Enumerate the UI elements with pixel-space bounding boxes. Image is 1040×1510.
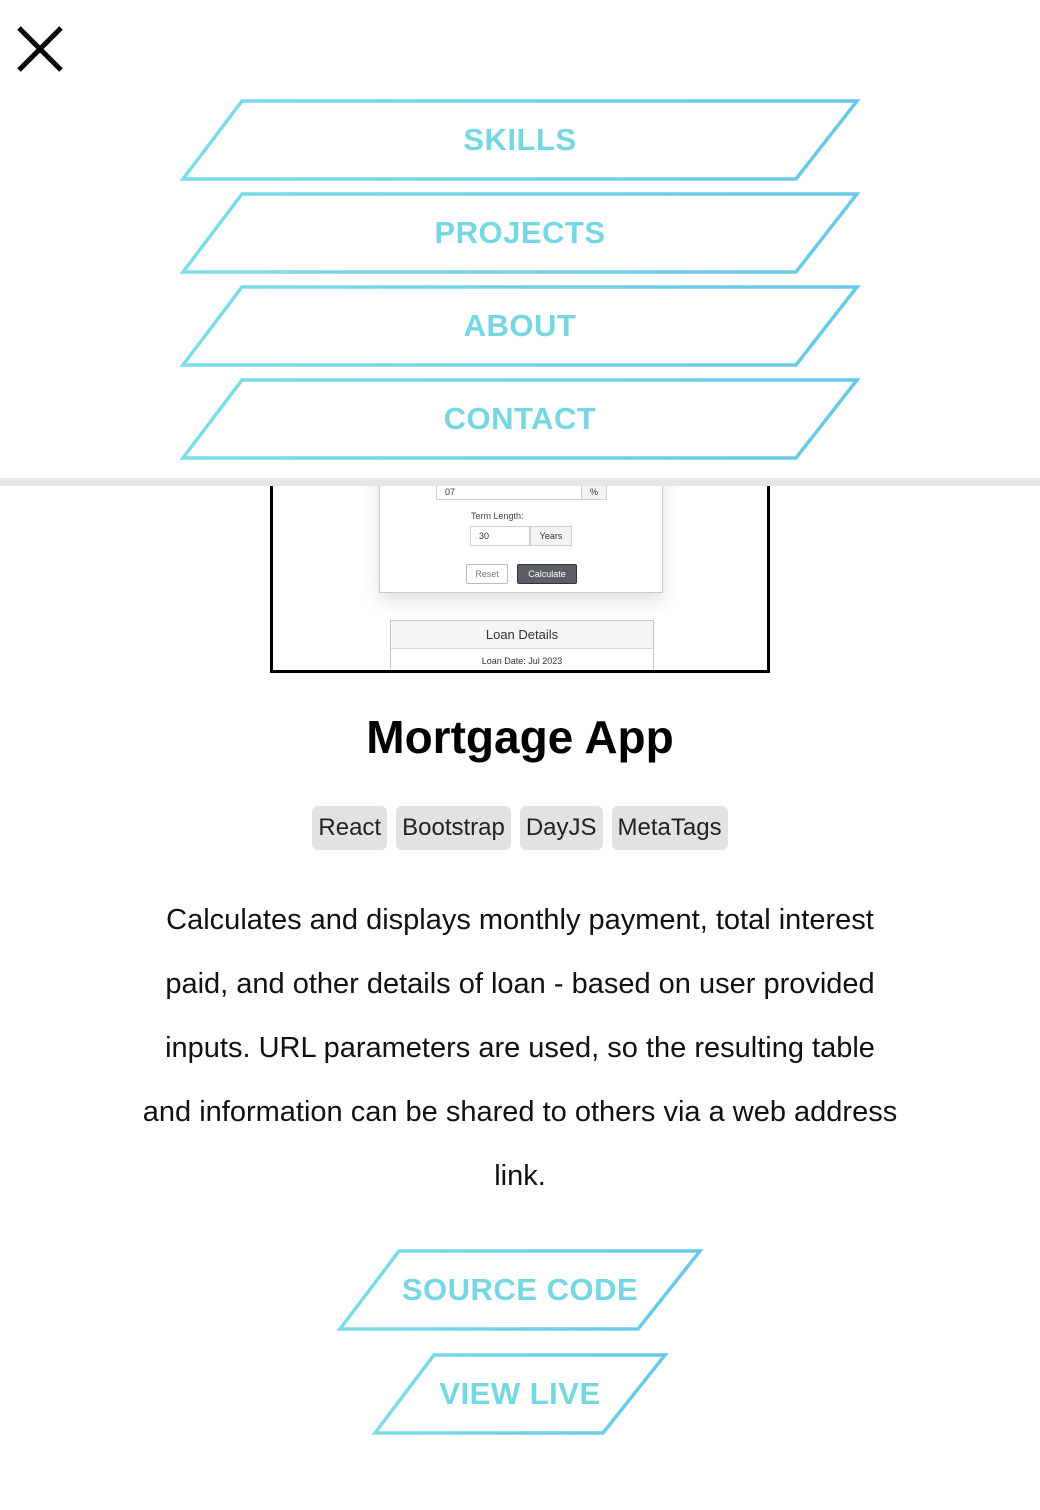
reset-button-preview: Reset — [466, 564, 508, 584]
rate-input-preview: 07 — [436, 484, 590, 500]
source-code-label: SOURCE CODE — [401, 1272, 639, 1307]
tag-bootstrap: Bootstrap — [396, 806, 511, 850]
tag-metatags: MetaTags — [611, 806, 728, 850]
nav-item-about[interactable]: ABOUT — [179, 285, 861, 367]
close-menu-button[interactable] — [14, 24, 66, 74]
project-title: Mortgage App — [366, 711, 674, 763]
rate-unit-preview: % — [581, 484, 607, 500]
source-code-button[interactable]: SOURCE CODE — [336, 1249, 704, 1331]
loan-details-heading: Loan Details — [391, 621, 653, 649]
nav-item-projects[interactable]: PROJECTS — [179, 192, 861, 274]
term-unit-preview: Years — [530, 526, 572, 546]
close-icon — [17, 26, 63, 72]
calculate-button-preview: Calculate — [517, 564, 577, 584]
tag-dayjs: DayJS — [519, 806, 603, 850]
nav-item-label: PROJECTS — [434, 215, 606, 250]
view-live-button[interactable]: VIEW LIVE — [371, 1353, 669, 1435]
nav-menu-overlay: SKILLS PROJECTS ABOUT CONTACT — [0, 0, 1040, 478]
loan-details-preview: Loan Details Loan Date: Jul 2023 — [390, 620, 654, 670]
nav-item-label: SKILLS — [463, 122, 577, 157]
tech-tags: React Bootstrap DayJS MetaTags — [0, 806, 1040, 850]
term-label-preview: Term Length: — [471, 511, 524, 521]
nav-item-contact[interactable]: CONTACT — [179, 378, 861, 460]
tag-react: React — [312, 806, 388, 850]
term-input-preview: 30 — [470, 526, 530, 546]
nav-divider — [0, 478, 1040, 486]
view-live-label: VIEW LIVE — [439, 1376, 601, 1411]
nav-item-label: ABOUT — [463, 308, 577, 343]
project-description: Calculates and displays monthly payment,… — [142, 904, 898, 1192]
nav-item-label: CONTACT — [443, 401, 597, 436]
nav-item-skills[interactable]: SKILLS — [179, 99, 861, 181]
loan-date-text: Loan Date: Jul 2023 — [481, 656, 563, 666]
